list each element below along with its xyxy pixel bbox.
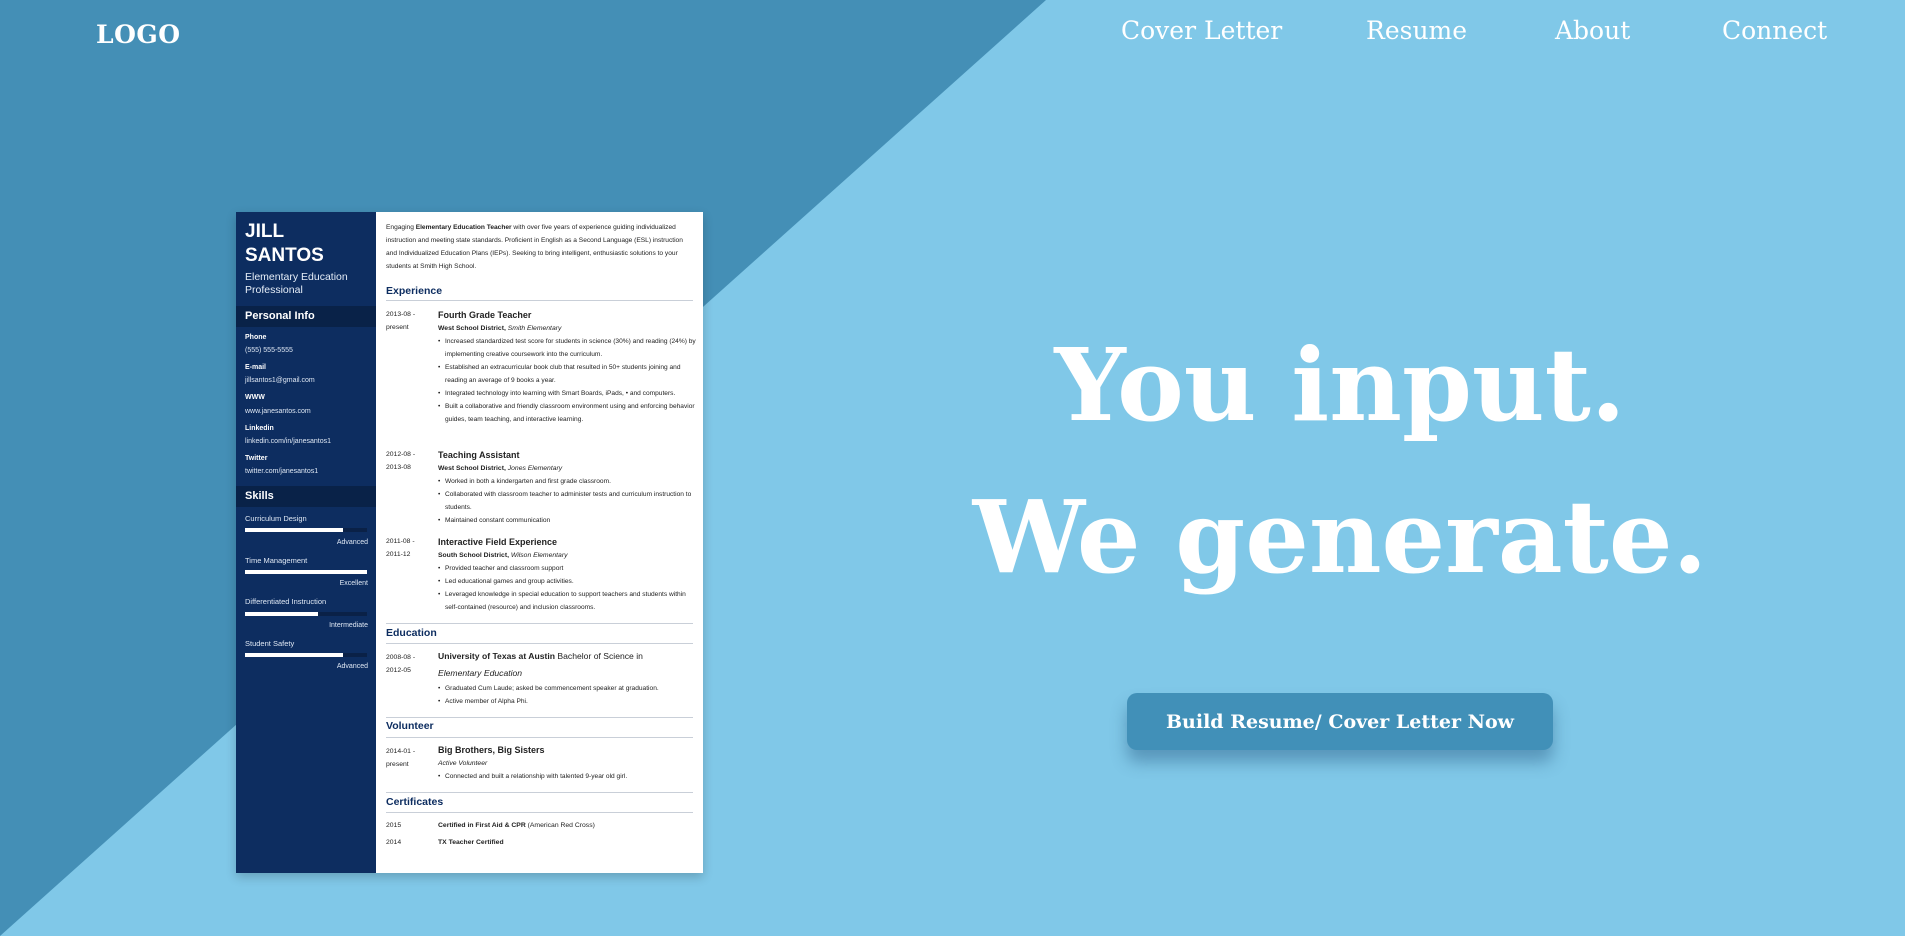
resume-sidebar: JILL SANTOS Elementary Education Profess…: [236, 212, 376, 873]
resume-name: JILL SANTOS: [245, 221, 324, 266]
skill-name: Curriculum Design: [245, 514, 307, 523]
personal-value: jillsantos1@gmail.com: [245, 377, 315, 384]
skill-level: Advanced: [336, 663, 368, 670]
skill-bar: [245, 612, 367, 616]
certificate-entry: TX Teacher Certified: [438, 839, 504, 846]
job-dates: 2013-08 - present: [386, 311, 416, 331]
volunteer-entry: Big Brothers, Big Sisters Active Volunte…: [438, 743, 700, 783]
skill-bar-fill: [245, 528, 343, 532]
skill-level: Advanced: [336, 539, 368, 546]
resume-job-title: Elementary Education Professional: [245, 271, 348, 296]
section-rule: [386, 792, 693, 793]
skill-bar-fill: [245, 612, 319, 616]
personal-label: Linkedin: [245, 425, 274, 432]
resume-main: Engaging Elementary Education Teacher wi…: [376, 212, 703, 873]
skill-level: Excellent: [339, 580, 368, 587]
section-rule: [386, 717, 693, 718]
personal-value: twitter.com/janesantos1: [245, 468, 319, 475]
skill-level: Intermediate: [329, 622, 368, 629]
resume-preview[interactable]: JILL SANTOS Elementary Education Profess…: [236, 212, 703, 873]
education-dates: 2008-08 - 2012-05: [386, 654, 416, 674]
nav-cover-letter[interactable]: Cover Letter: [1121, 16, 1282, 45]
certificate-entry: Certified in First Aid & CPR (American R…: [438, 822, 595, 829]
job-entry: Interactive Field Experience South Schoo…: [438, 535, 700, 614]
skill-bar-fill: [245, 653, 343, 657]
section-rule: [386, 737, 693, 738]
job-entry: Fourth Grade Teacher West School Distric…: [438, 308, 700, 426]
personal-label: WWW: [245, 394, 265, 401]
section-rule: [386, 623, 693, 624]
personal-value: (555) 555-5555: [245, 347, 293, 354]
education-entry: University of Texas at Austin Bachelor o…: [438, 648, 700, 708]
certificate-year: 2014: [386, 839, 402, 846]
section-rule: [386, 643, 693, 644]
skill-name: Differentiated Instruction: [245, 597, 327, 606]
skill-bar: [245, 528, 367, 532]
personal-label: Twitter: [245, 455, 268, 462]
job-entry: Teaching Assistant West School District,…: [438, 448, 700, 527]
hero-line-2: We generate.: [972, 478, 1708, 596]
volunteer-heading: Volunteer: [386, 720, 434, 732]
skills-heading: Skills: [236, 486, 376, 507]
nav-about[interactable]: About: [1555, 16, 1630, 45]
section-rule: [386, 812, 693, 813]
certificate-year: 2015: [386, 822, 402, 829]
skill-bar: [245, 653, 367, 657]
skill-name: Student Safety: [245, 639, 295, 648]
logo[interactable]: LOGO: [96, 20, 180, 49]
personal-label: Phone: [245, 334, 267, 341]
personal-label: E-mail: [245, 364, 267, 371]
certificates-heading: Certificates: [386, 796, 444, 808]
personal-value: linkedin.com/in/janesantos1: [245, 438, 331, 445]
job-dates: 2011-08 - 2011-12: [386, 538, 415, 558]
skill-name: Time Management: [245, 556, 308, 565]
build-resume-button[interactable]: Build Resume/ Cover Letter Now: [1127, 693, 1553, 750]
personal-info-heading: Personal Info: [236, 306, 376, 327]
nav-resume[interactable]: Resume: [1366, 16, 1467, 45]
hero-line-1: You input.: [1054, 326, 1626, 444]
experience-heading: Experience: [386, 285, 443, 297]
personal-value: www.janesantos.com: [245, 408, 311, 415]
job-dates: 2012-08 - 2013-08: [386, 451, 416, 471]
skill-bar-fill: [245, 570, 367, 574]
nav-connect[interactable]: Connect: [1722, 16, 1827, 45]
volunteer-dates: 2014-01 - present: [386, 748, 416, 768]
education-heading: Education: [386, 627, 437, 639]
skill-bar: [245, 570, 367, 574]
section-rule: [386, 300, 693, 301]
resume-summary: Engaging Elementary Education Teacher wi…: [386, 224, 683, 270]
